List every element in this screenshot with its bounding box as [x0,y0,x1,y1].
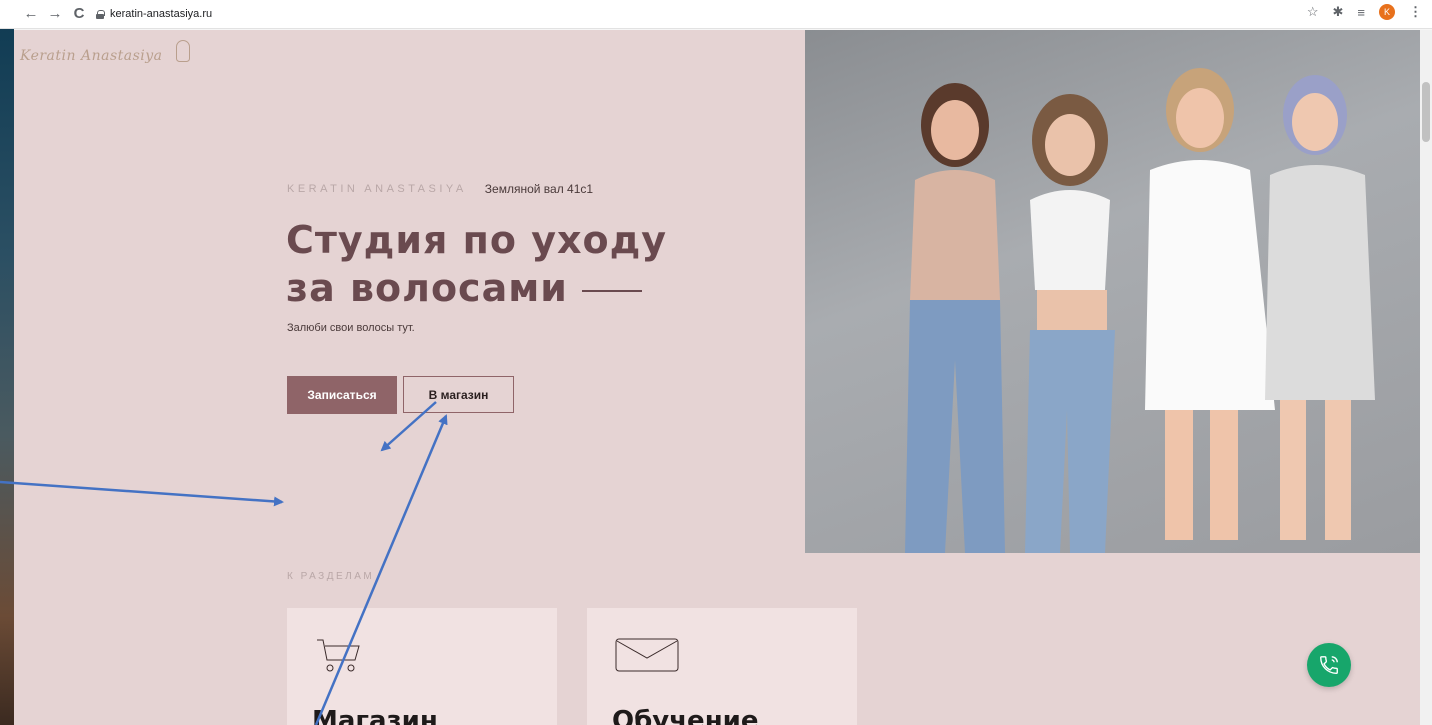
kicker-brand: KERATIN ANASTASIYA [287,183,467,195]
hero-photo-illustration [905,68,1375,553]
shop-button[interactable]: В магазин [403,376,514,413]
kicker-address: Земляной вал 41с1 [484,182,594,196]
lock-icon [96,9,105,19]
book-button[interactable]: Записаться [287,376,397,414]
card-education[interactable]: Обучение [587,608,857,725]
address-bar[interactable]: keratin-anastasiya.ru [96,4,212,24]
call-button[interactable] [1307,643,1351,687]
shopping-cart-icon [317,639,360,672]
extensions-icon[interactable]: ✱ [1333,4,1344,20]
reload-icon[interactable]: C [70,5,88,23]
card-shop-title: Магазин [312,706,438,725]
title-divider [581,290,642,292]
hero-title: Студия по уходу за волосами [286,216,667,312]
scrollbar-thumb[interactable] [1422,82,1430,142]
sections-label: К РАЗДЕЛАМ [287,571,375,582]
address-bar-url: keratin-anastasiya.ru [110,8,213,20]
site-logo[interactable]: Keratin Anastasiya [20,48,163,64]
phone-icon [1320,656,1338,674]
page-scrollbar[interactable] [1420,30,1432,725]
card-education-title: Обучение [612,706,759,725]
bookmark-star-icon[interactable]: ☆ [1307,4,1319,20]
envelope-icon [615,638,679,672]
forward-icon[interactable]: → [46,5,64,23]
logo-text: Keratin Anastasiya [20,48,163,64]
back-icon[interactable]: ← [22,5,40,23]
browser-toolbar: ← → C keratin-anastasiya.ru ☆ ✱ ≡ K ⋮ [0,0,1432,29]
hero-title-line2: за волосами [286,266,568,310]
reading-list-icon[interactable]: ≡ [1357,5,1365,20]
profile-avatar[interactable]: K [1379,4,1395,20]
desktop-background [0,0,14,725]
logo-hand-icon [176,40,190,62]
hero-subtitle: Залюби свои волосы тут. [287,322,415,334]
browser-menu-icon[interactable]: ⋮ [1409,4,1422,20]
card-shop[interactable]: Магазин [287,608,557,725]
hero-kicker: KERATIN ANASTASIYA Земляной вал 41с1 [287,182,593,196]
hero-photo [805,30,1420,553]
hero-title-line1: Студия по уходу [286,218,668,262]
page-content: Keratin Anastasiya KERATIN ANASTASIYA Зе… [14,30,1420,725]
